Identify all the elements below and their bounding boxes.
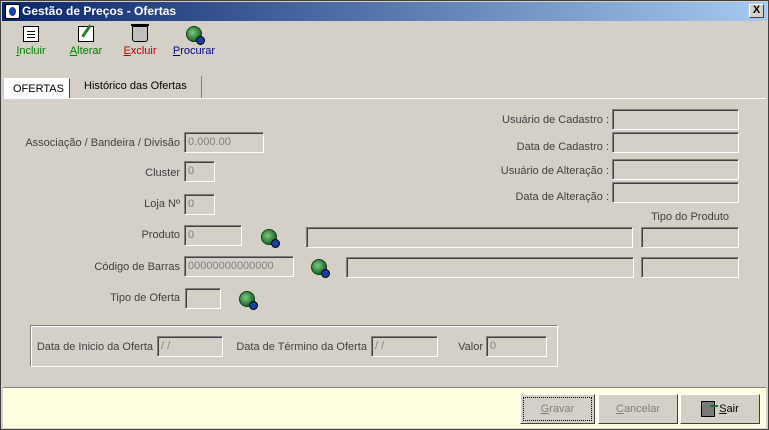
close-button[interactable]: X (749, 4, 764, 18)
produto-field[interactable]: 0 (184, 225, 242, 246)
produto-label: Produto (141, 229, 180, 241)
data-termino-label: Data de Término da Oferta (236, 341, 367, 353)
tipo-oferta-label: Tipo de Oferta (110, 292, 180, 304)
sair-accel: S (719, 403, 727, 415)
search-icon (186, 26, 205, 45)
usuario-alteracao-field[interactable] (612, 159, 739, 180)
cluster-label: Cluster (145, 167, 180, 179)
data-cadastro-field[interactable] (612, 132, 739, 153)
gravar-button[interactable]: Gravar (520, 394, 595, 424)
window-title: Gestão de Preços - Ofertas (22, 4, 177, 18)
title-bar: Gestão de Preços - Ofertas X (2, 2, 767, 21)
incluir-label: ncluir (19, 45, 46, 57)
tipo-produto-field-2[interactable] (641, 257, 739, 278)
toolbar: Incluir Alterar Excluir Procurar (2, 22, 767, 68)
usuario-cadastro-field[interactable] (612, 109, 739, 130)
procurar-button[interactable]: Procurar (171, 26, 217, 57)
codigo-barras-field[interactable]: 00000000000000 (184, 256, 294, 277)
data-alteracao-label: Data de Alteração : (515, 191, 609, 203)
usuario-cadastro-label: Usuário de Cadastro : (502, 114, 609, 126)
data-cadastro-label: Data de Cadastro : (516, 141, 609, 153)
tipo-produto-field[interactable] (641, 227, 739, 248)
valor-field[interactable]: 0 (486, 336, 547, 357)
usuario-alteracao-label: Usuário de Alteração : (500, 165, 609, 177)
codigo-barras-description-field[interactable] (346, 257, 634, 278)
excluir-button[interactable]: Excluir (122, 24, 158, 57)
gravar-label: ravar (549, 403, 575, 415)
exit-door-icon (701, 401, 719, 418)
produto-description-field[interactable] (306, 227, 633, 248)
trash-icon (131, 24, 149, 42)
data-alteracao-field[interactable] (612, 182, 739, 203)
codigo-barras-label: Código de Barras (94, 261, 180, 273)
data-inicio-label: Data de Inicio da Oferta (36, 341, 153, 353)
sair-button[interactable]: Sair (680, 394, 760, 424)
footer-bar: Gravar Cancelar Sair (3, 387, 766, 428)
produto-search-icon[interactable] (261, 229, 280, 248)
procurar-label: rocurar (180, 45, 216, 57)
associacao-field[interactable]: 0.000.00 (184, 132, 264, 153)
excluir-label: xcluir (130, 45, 157, 57)
cancelar-label: ancelar (623, 403, 661, 415)
valor-label: Valor (458, 341, 483, 353)
excluir-accel: E (123, 45, 131, 57)
cancelar-accel: C (615, 403, 624, 415)
tab-ofertas[interactable]: OFERTAS (4, 78, 70, 99)
cluster-field[interactable]: 0 (184, 161, 215, 182)
gravar-accel: G (540, 403, 550, 415)
tipo-oferta-field[interactable] (185, 288, 221, 309)
incluir-button[interactable]: Incluir (15, 26, 47, 57)
associacao-label: Associação / Bandeira / Divisão (25, 137, 180, 149)
loja-field[interactable]: 0 (184, 194, 215, 215)
new-document-icon (23, 26, 39, 42)
codigo-barras-search-icon[interactable] (311, 259, 330, 278)
app-icon (5, 4, 20, 19)
data-termino-field[interactable]: / / (371, 336, 438, 357)
tab-historico-ofertas[interactable]: Histórico das Ofertas (76, 76, 202, 98)
edit-document-icon (78, 26, 94, 42)
tipo-produto-label: Tipo do Produto (651, 211, 729, 223)
cancelar-button[interactable]: Cancelar (598, 394, 678, 424)
sair-label: air (726, 403, 739, 415)
alterar-button[interactable]: Alterar (68, 26, 104, 57)
tab-divider (4, 98, 766, 99)
window: Gestão de Preços - Ofertas X Incluir Alt… (0, 0, 769, 430)
tipo-oferta-search-icon[interactable] (239, 291, 258, 310)
loja-label: Loja Nº (144, 198, 180, 210)
alterar-label: lterar (77, 45, 103, 57)
data-inicio-field[interactable]: / / (157, 336, 223, 357)
